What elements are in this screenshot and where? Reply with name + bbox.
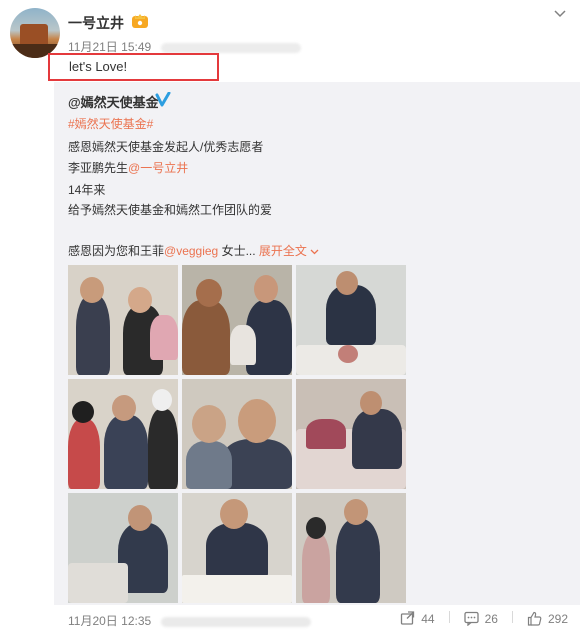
photo-figure — [182, 300, 230, 375]
post-text: let's Love! — [69, 59, 128, 74]
repost-line-2: 14年来 — [68, 183, 106, 197]
repost-author[interactable]: @嫣然天使基金 — [68, 92, 159, 111]
photo-head — [80, 277, 104, 303]
expand-button[interactable]: 展开全文 — [259, 244, 319, 258]
photo-head — [220, 499, 248, 529]
avatar-rock-shape — [20, 24, 48, 46]
repost-footer: 11月20日 12:35 — [68, 612, 311, 629]
repost-timestamp[interactable]: 11月20日 12:35 — [68, 614, 151, 628]
photo-figure — [352, 409, 402, 469]
action-divider — [448, 611, 450, 623]
repost-line-3: 给予嫣然天使基金和嫣然工作团队的爱 — [68, 203, 273, 217]
like-button[interactable]: 292 — [527, 611, 568, 626]
photo-head — [72, 401, 94, 423]
last-line-suffix: 女士... — [218, 244, 256, 258]
vip-badge-icon[interactable] — [131, 13, 149, 29]
username[interactable]: 一号立井 — [68, 13, 124, 33]
photo-head — [112, 395, 136, 421]
action-bar: 44 26 292 — [386, 611, 568, 626]
thumbs-up-icon — [527, 611, 542, 626]
photo-head — [152, 389, 172, 411]
photo-7[interactable] — [68, 493, 178, 603]
blurred-source — [160, 42, 301, 53]
veggieg-link[interactable]: @veggieg — [164, 244, 218, 258]
verified-v-icon — [155, 92, 171, 107]
photo-bed — [68, 563, 128, 603]
photo-head — [192, 405, 226, 443]
photo-figure — [148, 409, 178, 489]
like-count: 292 — [547, 611, 568, 626]
comment-icon — [463, 611, 479, 626]
photo-figure — [150, 315, 178, 360]
mention-prefix: 李亚鹏先生 — [68, 161, 129, 175]
repost-count: 44 — [421, 611, 435, 626]
photo-1[interactable] — [68, 265, 178, 375]
photo-head — [254, 275, 278, 303]
photo-figure — [306, 419, 346, 449]
photo-figure — [76, 295, 110, 375]
photo-figure — [206, 523, 268, 579]
photo-head — [306, 517, 326, 539]
photo-figure — [230, 325, 256, 365]
mention-link[interactable]: @一号立井 — [128, 161, 188, 175]
photo-figure — [222, 439, 292, 489]
expand-chevron-icon — [310, 249, 319, 255]
hashtag-link[interactable]: #嫣然天使基金# — [68, 115, 153, 132]
photo-4[interactable] — [68, 379, 178, 489]
comment-count: 26 — [484, 611, 498, 626]
repost-icon — [401, 611, 415, 625]
photo-5[interactable] — [182, 379, 292, 489]
photo-head — [238, 399, 276, 443]
photo-paper — [182, 575, 292, 603]
photo-figure — [68, 419, 100, 489]
expand-label: 展开全文 — [258, 244, 307, 258]
photo-head — [338, 345, 358, 363]
last-line-prefix: 感恩因为您和王菲 — [68, 244, 165, 258]
photo-figure — [186, 441, 232, 489]
photo-figure — [302, 533, 330, 603]
repost-line-mention: 李亚鹏先生@一号立井 — [68, 159, 188, 176]
comment-button[interactable]: 26 — [463, 611, 498, 626]
avatar[interactable] — [10, 8, 60, 58]
photo-grid — [68, 265, 409, 605]
photo-head — [128, 505, 152, 531]
photo-9[interactable] — [296, 493, 406, 603]
blurred-source — [160, 616, 311, 627]
post-timestamp[interactable]: 11月21日 15:49 — [68, 40, 151, 54]
photo-head — [344, 499, 368, 525]
photo-head — [196, 279, 222, 307]
repost-line-1: 感恩嫣然天使基金发起人/优秀志愿者 — [68, 140, 264, 154]
photo-3[interactable] — [296, 265, 406, 375]
photo-6[interactable] — [296, 379, 406, 489]
photo-2[interactable] — [182, 265, 292, 375]
photo-figure — [104, 415, 148, 489]
repost-button[interactable]: 44 — [400, 611, 435, 626]
photo-figure — [336, 519, 380, 603]
photo-head — [360, 391, 382, 415]
photo-head — [336, 271, 358, 295]
photo-8[interactable] — [182, 493, 292, 603]
photo-head — [128, 287, 152, 313]
action-divider — [511, 611, 513, 623]
repost-line-last: 感恩因为您和王菲@veggieg 女士... 展开全文 — [68, 242, 319, 259]
chevron-down-icon[interactable] — [554, 10, 566, 18]
